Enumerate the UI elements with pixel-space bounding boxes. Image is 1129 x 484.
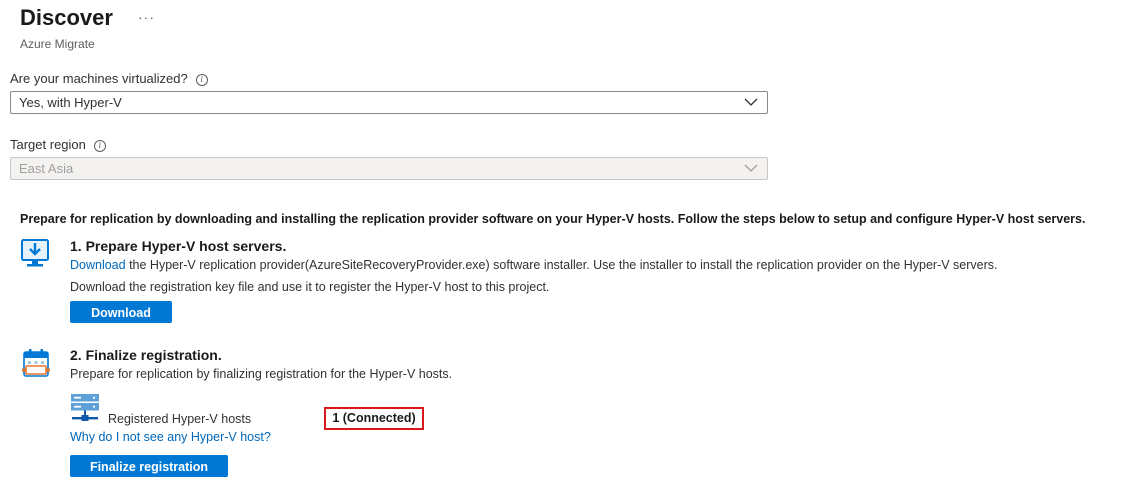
- info-icon[interactable]: i: [93, 140, 106, 152]
- step2-title: 2. Finalize registration.: [70, 347, 222, 363]
- instructions-text: Prepare for replication by downloading a…: [20, 212, 1086, 226]
- connected-status-badge: 1 (Connected): [324, 407, 424, 430]
- page-title: Discover: [20, 5, 113, 30]
- target-region-label-row: Target region i: [10, 137, 106, 152]
- download-button[interactable]: Download: [70, 301, 172, 323]
- step1-line1-text: the Hyper-V replication provider(AzureSi…: [125, 258, 998, 272]
- page-subtitle: Azure Migrate: [20, 37, 95, 51]
- step1-title: 1. Prepare Hyper-V host servers.: [70, 238, 287, 254]
- download-monitor-icon: [21, 239, 49, 267]
- finalize-registration-button[interactable]: Finalize registration: [70, 455, 228, 477]
- step1-line1: Download the Hyper-V replication provide…: [70, 258, 998, 272]
- calendar-icon: [22, 349, 50, 377]
- virtualized-value: Yes, with Hyper-V: [19, 95, 122, 110]
- target-region-value: East Asia: [19, 161, 74, 176]
- target-region-label: Target region: [10, 137, 86, 152]
- virtualized-label: Are your machines virtualized?: [10, 71, 188, 86]
- target-region-dropdown: East Asia: [10, 157, 768, 180]
- chevron-down-icon: [744, 164, 758, 172]
- missing-host-help-link[interactable]: Why do I not see any Hyper-V host?: [70, 430, 271, 444]
- more-options-button[interactable]: ···: [138, 9, 155, 25]
- registered-hosts-label: Registered Hyper-V hosts: [108, 412, 252, 426]
- info-icon[interactable]: i: [195, 74, 208, 86]
- download-link[interactable]: Download: [70, 258, 126, 272]
- step2-description: Prepare for replication by finalizing re…: [70, 367, 453, 381]
- virtualized-label-row: Are your machines virtualized? i: [10, 71, 208, 86]
- server-icon: [71, 394, 99, 421]
- virtualized-dropdown[interactable]: Yes, with Hyper-V: [10, 91, 768, 114]
- chevron-down-icon: [744, 98, 758, 106]
- step1-line2: Download the registration key file and u…: [70, 280, 550, 294]
